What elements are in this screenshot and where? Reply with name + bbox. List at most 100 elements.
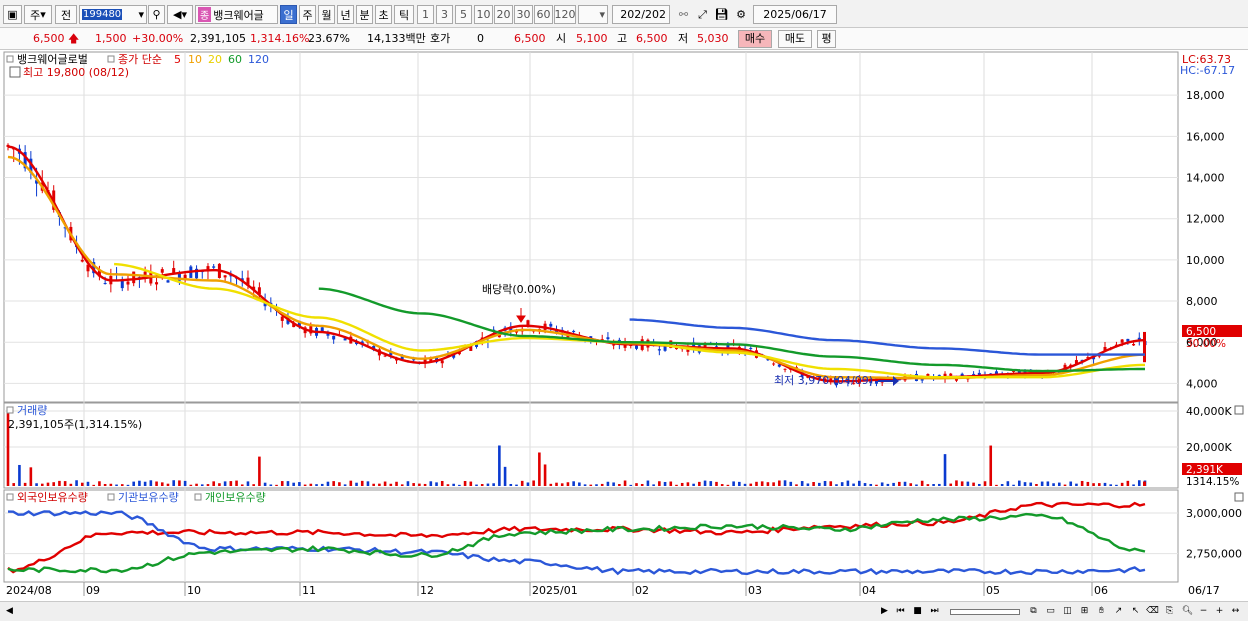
volume-bar <box>206 484 210 486</box>
screen-menu-icon[interactable]: ▣ <box>3 5 22 24</box>
interval-10[interactable]: 10 <box>474 5 493 24</box>
date-field[interactable]: 2025/06/17 <box>753 5 837 24</box>
zoom-slider[interactable] <box>950 609 1020 615</box>
volume-bar <box>640 483 644 486</box>
draw-icon[interactable]: ↖ <box>1128 604 1143 619</box>
period-tab-minute[interactable]: 분 <box>356 5 373 24</box>
settings-gear-icon[interactable]: ⚙ <box>732 5 750 24</box>
interval-120[interactable]: 120 <box>554 5 576 24</box>
ma-period-120: 120 <box>248 53 269 66</box>
market-select[interactable]: 전 <box>55 5 77 24</box>
scroll-right-icon[interactable]: ▶ <box>877 604 892 619</box>
stock-name-field[interactable]: 종 뱅크웨어글 <box>195 5 278 24</box>
candle-body <box>749 347 753 349</box>
volume-bar <box>132 481 135 486</box>
hc-label: HC:-67.17 <box>1180 64 1235 77</box>
volume-bar <box>635 483 638 486</box>
institution-holding-label: 기관보유수량 <box>118 491 179 504</box>
eval-button[interactable]: 평 <box>817 30 836 48</box>
interval-60[interactable]: 60 <box>534 5 553 24</box>
save-icon[interactable]: 💾︎ <box>713 5 730 24</box>
interval-30[interactable]: 30 <box>514 5 533 24</box>
copy-icon[interactable]: ⎘ <box>1162 604 1177 619</box>
interval-5[interactable]: 5 <box>455 5 472 24</box>
plus-icon[interactable]: + <box>1212 604 1227 619</box>
volume-last-pct: 1314.15% <box>1186 476 1239 488</box>
volume-bar <box>823 480 827 486</box>
volume-bar <box>12 483 16 486</box>
interval-20[interactable]: 20 <box>494 5 513 24</box>
data-count-field[interactable]: 202/202 <box>612 5 670 24</box>
volume-bar <box>143 481 147 486</box>
volume-bar <box>240 484 244 486</box>
low-price: 5,030 <box>697 32 729 45</box>
volume-panel-close-icon[interactable] <box>1234 405 1244 415</box>
volume-bar <box>492 483 495 486</box>
open-price: 5,100 <box>576 32 608 45</box>
period-tab-week[interactable]: 주 <box>299 5 316 24</box>
candle-body <box>172 268 176 274</box>
trend-icon[interactable]: ↗ <box>1111 604 1126 619</box>
volume-bar <box>303 484 307 486</box>
arrows-icon[interactable]: ↔ <box>1228 604 1243 619</box>
scroll-left-icon[interactable]: ◀ <box>2 604 17 619</box>
period-tab-month[interactable]: 월 <box>318 5 335 24</box>
volume-bar <box>458 484 461 486</box>
volume-bar <box>715 481 718 486</box>
period-tab-second[interactable]: 초 <box>375 5 392 24</box>
sell-button[interactable]: 매도 <box>778 30 812 48</box>
stock-code-input[interactable]: 199480 ▾ <box>79 5 147 24</box>
candle-last <box>1143 331 1146 363</box>
search-icon[interactable]: ⚲ <box>148 5 165 24</box>
candle-body <box>549 323 553 327</box>
volume-bar <box>943 454 947 486</box>
hand-icon[interactable]: ✋︎ <box>1094 604 1109 619</box>
volume-bar <box>932 484 935 486</box>
link-icon[interactable]: ⚯ <box>675 5 692 24</box>
ma-period-5: 5 <box>174 53 181 66</box>
minus-icon[interactable]: − <box>1196 604 1211 619</box>
candle-body <box>440 360 444 364</box>
erase-icon[interactable]: ⌫ <box>1145 604 1160 619</box>
stock-chart-svg[interactable]: 4,0006,0008,00010,00012,00014,00016,0001… <box>0 50 1248 603</box>
interval-3[interactable]: 3 <box>436 5 453 24</box>
volume-bar <box>892 482 895 486</box>
volume-bar <box>1126 480 1130 486</box>
chart-area[interactable]: 4,000 6,000 8,000 10,000 12,000 14,000 16,000 1… <box>0 50 1248 603</box>
high-price: 6,500 <box>636 32 668 45</box>
interval-1[interactable]: 1 <box>417 5 434 24</box>
volume-bar <box>726 484 730 486</box>
candle-body <box>772 363 776 365</box>
zoom-in-icon[interactable]: 🔍︎ <box>1180 604 1195 619</box>
layout-icon[interactable]: ⧉ <box>1026 604 1041 619</box>
volume-bar <box>80 482 84 486</box>
xlabel-8: 04 <box>862 584 876 597</box>
period-tab-year[interactable]: 년 <box>337 5 354 24</box>
stop-icon[interactable]: ■ <box>910 604 925 619</box>
last-page-icon[interactable]: ⏭ <box>927 604 942 619</box>
period-tab-day[interactable]: 일 <box>280 5 297 24</box>
volume-bar <box>320 483 324 486</box>
holding-panel-close-icon[interactable] <box>1234 492 1244 502</box>
candle-body <box>572 330 576 332</box>
first-page-icon[interactable]: ⏮ <box>893 604 908 619</box>
volume-bar <box>1006 481 1010 486</box>
period-tab-tick[interactable]: 틱 <box>394 5 414 24</box>
sound-icon[interactable]: ◀▾ <box>167 5 193 24</box>
volume-bar <box>543 464 547 486</box>
split-icon[interactable]: ◫ <box>1060 604 1075 619</box>
volume-ratio: 1,314.16% <box>250 32 310 45</box>
window-icon[interactable]: ▭ <box>1043 604 1058 619</box>
chart-icon[interactable]: ⊞ <box>1077 604 1092 619</box>
volume-bar <box>92 484 96 486</box>
chart-type-select[interactable]: 주 ▾ <box>24 5 52 24</box>
custom-interval-select[interactable]: ▾ <box>578 5 608 24</box>
volume-bar <box>1023 482 1027 486</box>
buy-button[interactable]: 매수 <box>738 30 772 48</box>
draw-tool-icon[interactable]: ⤢ <box>694 5 711 24</box>
volume-tick-0: 20,000K <box>1186 441 1232 454</box>
volume-bar <box>549 483 553 486</box>
quote-bar: 6,500 🡅︎ 1,500 +30.00% 2,391,105 1,314.1… <box>0 28 1248 50</box>
xlabel-7: 03 <box>748 584 762 597</box>
volume-bar <box>743 483 747 486</box>
